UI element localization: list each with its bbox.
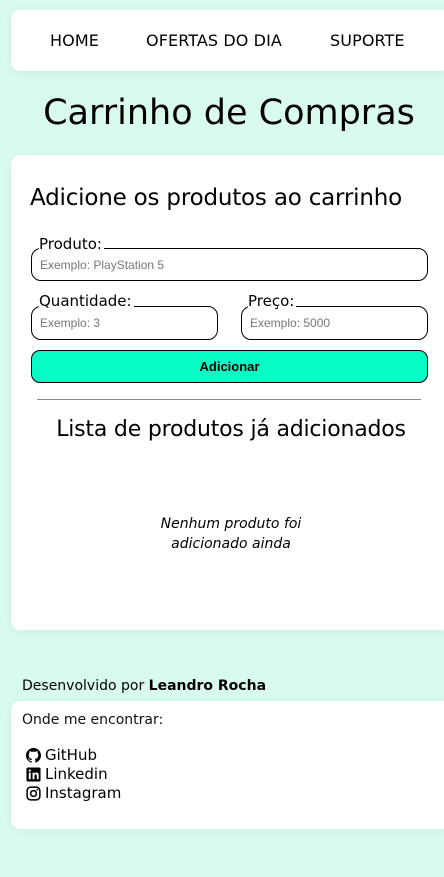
- linkedin-label: Linkedin: [45, 765, 108, 783]
- price-input[interactable]: [250, 307, 419, 339]
- quantity-input[interactable]: [40, 307, 209, 339]
- product-label: Produto:: [39, 235, 104, 253]
- find-me-heading: Onde me encontrar:: [22, 712, 164, 728]
- price-label: Preço:: [248, 292, 297, 310]
- instagram-icon: [26, 785, 41, 801]
- github-label: GitHub: [45, 746, 97, 764]
- product-input[interactable]: [40, 249, 419, 280]
- page-title: Carrinho de Compras: [43, 93, 415, 133]
- developed-by-text: Desenvolvido por: [22, 678, 145, 694]
- price-field-box: [241, 306, 428, 340]
- linkedin-link[interactable]: Linkedin: [26, 765, 108, 783]
- github-link[interactable]: GitHub: [26, 746, 97, 764]
- divider: [37, 399, 421, 400]
- cart-card: Adicione os produtos ao carrinho Produto…: [11, 155, 444, 630]
- linkedin-icon: [26, 766, 41, 782]
- list-title: Lista de produtos já adicionados: [56, 417, 406, 442]
- footer-card: Onde me encontrar: GitHub Linkedin Insta…: [11, 701, 444, 829]
- developed-by: Desenvolvido por Leandro Rocha: [22, 678, 266, 694]
- add-button[interactable]: Adicionar: [31, 350, 428, 383]
- nav-ofertas-link[interactable]: OFERTAS DO DIA: [146, 31, 282, 50]
- instagram-link[interactable]: Instagram: [26, 784, 121, 802]
- author-name: Leandro Rocha: [148, 678, 267, 694]
- quantity-label: Quantidade:: [39, 292, 134, 310]
- top-nav: HOME OFERTAS DO DIA SUPORTE: [11, 10, 444, 71]
- form-title: Adicione os produtos ao carrinho: [30, 185, 402, 211]
- instagram-label: Instagram: [45, 784, 122, 802]
- nav-suporte-link[interactable]: SUPORTE: [330, 31, 405, 50]
- quantity-field-box: [31, 306, 218, 340]
- nav-home-link[interactable]: HOME: [50, 31, 99, 50]
- empty-list-message: Nenhum produto foi adicionado ainda: [160, 516, 302, 552]
- github-icon: [26, 747, 41, 763]
